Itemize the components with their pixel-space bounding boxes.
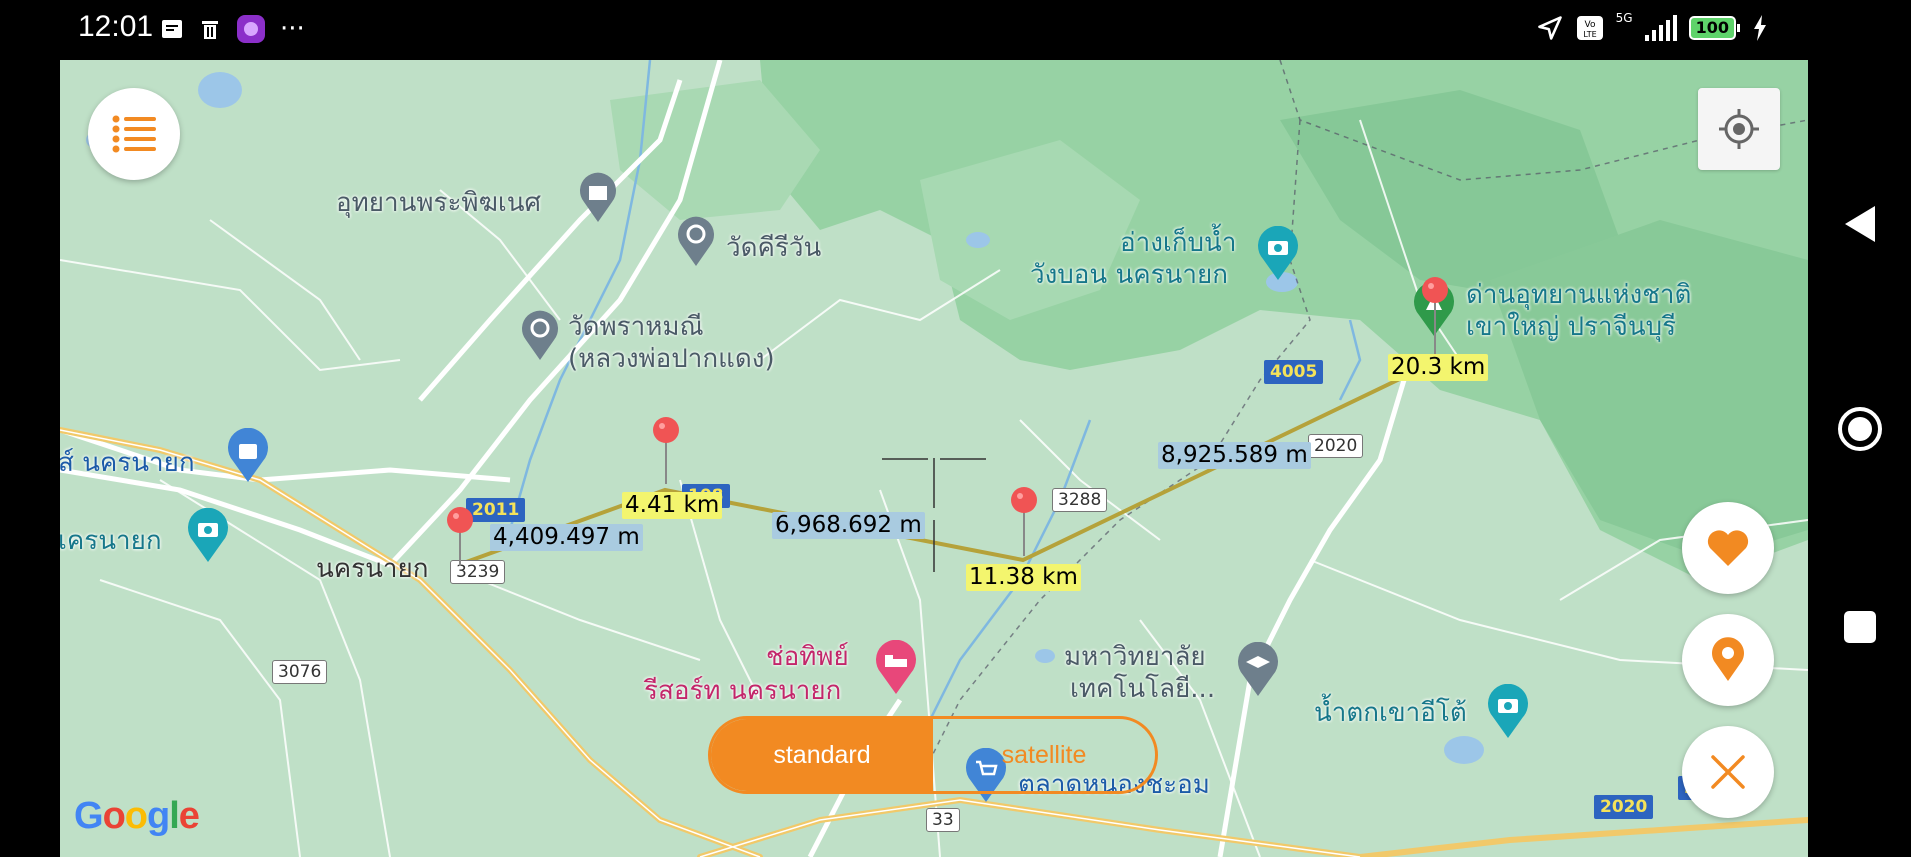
back-button[interactable] [1808,204,1911,244]
signal-icon [1644,15,1677,41]
menu-button[interactable] [88,88,180,180]
my-location-button[interactable] [1698,88,1780,170]
place-label-city[interactable]: นครนายก [316,548,428,589]
place-label-reservoir[interactable]: อ่างเก็บน้ำ [1120,228,1236,258]
home-button[interactable] [1808,406,1911,452]
place-label-wat-phrahmani[interactable]: วัดพราหมณี [568,312,704,342]
volte-icon: VoLTE [1576,16,1603,40]
place-label-shop[interactable]: ส์ นครนายก [60,448,195,478]
recents-square-icon [1843,611,1876,643]
place-label-resort-sub[interactable]: รีสอร์ท นครนายก [644,676,841,706]
status-notification-icons: ··· [160,14,305,44]
favorite-button[interactable] [1682,502,1774,594]
place-label-university[interactable]: มหาวิทยาลัย [1064,642,1206,672]
app-notification-icon [237,15,265,43]
more-notifications-icon: ··· [280,14,305,44]
location-arrow-icon [1537,16,1562,40]
cumulative-distance-label: 11.38 km [966,564,1081,591]
heart-icon [1707,530,1749,566]
google-logo: Google [74,795,200,837]
place-label-park-sub[interactable]: เขาใหญ่ ปราจีนบุรี [1466,312,1676,342]
satellite-map-option[interactable]: satellite [933,719,1155,791]
svg-text:LTE: LTE [1583,30,1596,39]
road-shield-2020: 2020 [1308,434,1364,458]
hotel-bed-icon[interactable] [874,640,918,696]
measure-pin-icon[interactable] [652,416,680,486]
close-icon [1711,755,1745,789]
list-icon [112,115,156,153]
map-view[interactable]: อุทยานพระพิฆเนศ วัดคีรีวัน วัดพราหมณี (ห… [60,60,1808,857]
close-button[interactable] [1682,726,1774,818]
temple-icon[interactable] [520,310,560,362]
place-label-university-sub[interactable]: เทคโนโลยี... [1070,674,1215,704]
road-shield-2020: 2020 [1594,795,1654,819]
standard-map-option[interactable]: standard [711,719,933,791]
place-label-park[interactable]: ด่านอุทยานแห่งชาติ [1466,280,1691,310]
svg-text:Vo: Vo [1584,20,1595,30]
place-label-wat-khiriwan[interactable]: วัดคีรีวัน [726,233,821,263]
road-shield-4005: 4005 [1264,360,1324,384]
shopping-bag-icon[interactable] [226,428,270,484]
cumulative-distance-label: 20.3 km [1388,354,1489,381]
recents-button[interactable] [1808,610,1911,644]
place-label-wat-phrahmani-sub[interactable]: (หลวงพ่อปากแดง) [568,344,775,374]
back-triangle-icon [1844,206,1875,242]
segment-distance-label: 6,968.692 m [772,512,925,539]
camera-pin-icon[interactable] [1256,226,1300,282]
temple-icon[interactable] [676,216,716,268]
place-label-reservoir-sub[interactable]: วังบอน นครนายก [1030,260,1228,290]
road-shield-33: 33 [926,808,960,832]
road-shield-3076: 3076 [272,660,328,684]
place-label-resort[interactable]: ช่อทิพย์ [766,642,849,672]
road-shield-3288: 3288 [1052,488,1108,512]
segment-distance-label: 4,409.497 m [490,524,643,551]
home-circle-icon [1837,407,1882,451]
place-label-utthayan[interactable]: อุทยานพระพิฆเนศ [336,188,541,218]
measure-pin-icon[interactable] [1421,276,1449,362]
landmark-icon[interactable] [578,172,618,224]
cumulative-distance-label: 4.41 km [622,492,723,519]
charging-icon [1754,15,1766,41]
map-pin-icon [1712,637,1744,681]
place-label-waterfall[interactable]: น้ำตกเขาอีโต้ [1314,698,1467,728]
school-icon[interactable] [1236,642,1280,698]
measure-pin-icon[interactable] [1010,486,1038,558]
measure-pin-icon[interactable] [446,506,474,568]
trash-icon [202,21,218,39]
camera-pin-icon[interactable] [1486,684,1530,740]
crosshair-locate-icon [1719,109,1759,149]
network-type: 5G [1615,11,1633,25]
status-system-icons: Vo LTE 5G 100 [1536,11,1768,42]
road-shield-2011: 2011 [466,498,526,522]
system-navigation-bar [1808,0,1911,857]
status-time: 12:01 [78,10,154,43]
battery-indicator: 100 [1688,16,1740,40]
map-type-toggle[interactable]: standard satellite [708,716,1158,794]
add-pin-button[interactable] [1682,614,1774,706]
segment-distance-label: 8,925.589 m [1158,442,1311,469]
camera-pin-icon[interactable] [186,508,230,564]
status-bar: 12:01 ··· Vo LTE 5G 100 [0,0,1808,60]
message-icon [162,20,182,38]
battery-level: 100 [1688,16,1736,40]
place-label-attraction[interactable]: เครนายก [60,526,162,556]
